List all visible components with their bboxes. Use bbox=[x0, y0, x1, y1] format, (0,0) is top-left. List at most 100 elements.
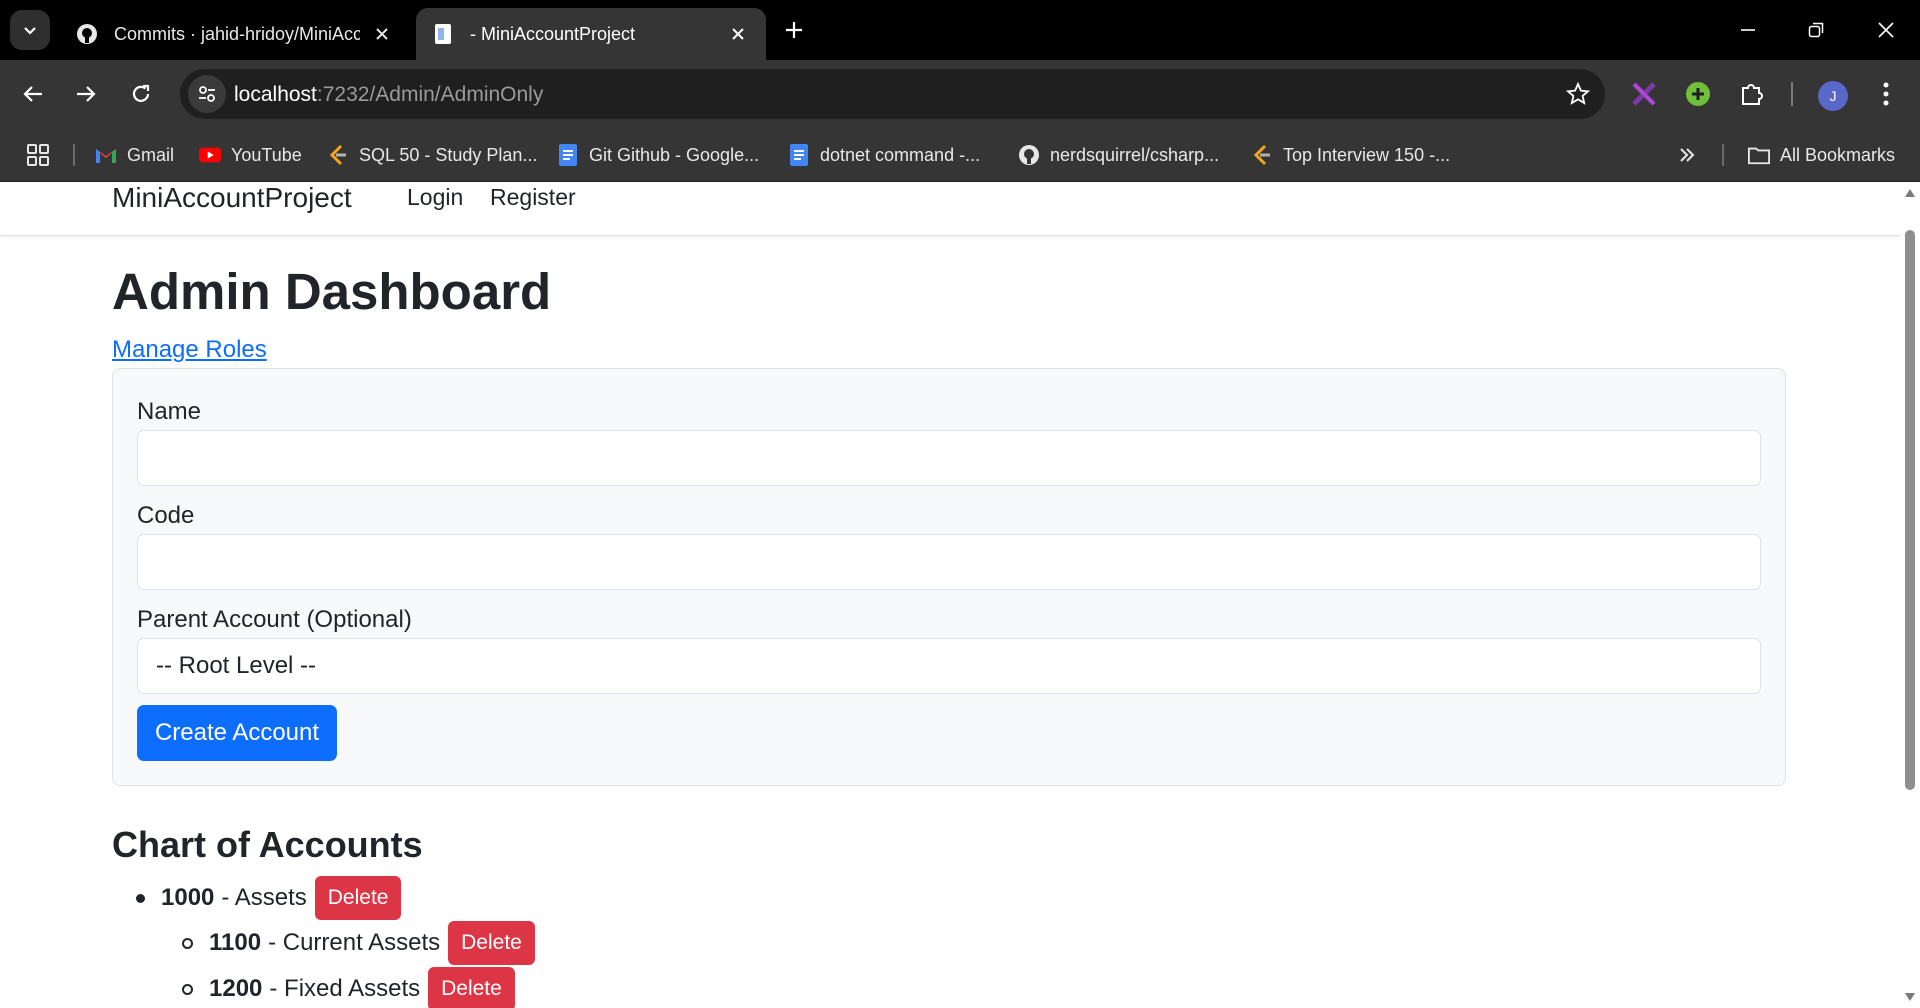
all-bookmarks-label: All Bookmarks bbox=[1780, 144, 1896, 165]
github-icon bbox=[76, 23, 98, 45]
bookmark-git-github[interactable]: Git Github - Google... bbox=[557, 139, 759, 171]
bookmark-label: nerdsquirrel/csharp... bbox=[1050, 144, 1220, 165]
bookmark-dotnet-command[interactable]: dotnet command -... bbox=[788, 139, 980, 171]
chevron-down-icon bbox=[24, 27, 36, 35]
menu-button[interactable] bbox=[1868, 76, 1904, 112]
bookmark-label: dotnet command -... bbox=[820, 144, 981, 165]
page-viewport: MiniAccountProject Login Register Admin … bbox=[0, 182, 1900, 1008]
puzzle-icon bbox=[1742, 84, 1763, 105]
site-brand[interactable]: MiniAccountProject bbox=[112, 182, 352, 214]
restore-button[interactable] bbox=[1782, 0, 1850, 60]
bookmark-youtube[interactable]: YouTube bbox=[199, 139, 302, 171]
bookmarks-divider bbox=[1722, 144, 1724, 166]
bookmarks-overflow-button[interactable] bbox=[1677, 139, 1697, 171]
nav-login-link[interactable]: Login bbox=[407, 184, 463, 211]
tune-icon bbox=[199, 86, 215, 102]
site-navbar: MiniAccountProject Login Register bbox=[0, 182, 1900, 236]
toolbar-divider bbox=[1791, 82, 1793, 106]
site-info-button[interactable] bbox=[188, 75, 226, 113]
tab-miniaccountproject[interactable]: - MiniAccountProject bbox=[416, 8, 766, 60]
delete-account-button[interactable]: Delete bbox=[448, 921, 535, 965]
url-path: :7232/Admin/AdminOnly bbox=[316, 83, 544, 106]
profile-avatar[interactable]: J bbox=[1818, 81, 1848, 111]
gmail-icon bbox=[95, 144, 117, 166]
close-icon[interactable] bbox=[370, 22, 394, 46]
code-label: Code bbox=[137, 502, 195, 529]
close-icon[interactable] bbox=[726, 22, 750, 46]
scroll-down-arrow-icon[interactable] bbox=[1904, 992, 1916, 1002]
delete-account-button[interactable]: Delete bbox=[428, 967, 515, 1008]
url-text: localhost:7232/Admin/AdminOnly bbox=[234, 83, 543, 107]
nav-register-link[interactable]: Register bbox=[490, 184, 576, 211]
arrow-right-icon bbox=[77, 86, 96, 102]
bookmark-label: YouTube bbox=[231, 144, 302, 165]
create-account-button[interactable]: Create Account bbox=[137, 705, 337, 761]
minimize-icon bbox=[1741, 29, 1755, 31]
plus-circle-icon bbox=[1686, 82, 1710, 106]
scrollbar-thumb[interactable] bbox=[1905, 230, 1915, 790]
new-tab-button[interactable] bbox=[778, 14, 810, 46]
reload-icon bbox=[132, 84, 150, 102]
bullet-icon bbox=[182, 937, 193, 949]
bookmark-gmail[interactable]: Gmail bbox=[95, 139, 174, 171]
star-icon bbox=[1566, 82, 1590, 105]
apps-button[interactable] bbox=[26, 139, 50, 171]
youtube-icon bbox=[199, 144, 221, 166]
url-host: localhost bbox=[234, 83, 317, 106]
restore-icon bbox=[1808, 22, 1824, 38]
manage-roles-link[interactable]: Manage Roles bbox=[112, 336, 267, 364]
address-bar[interactable]: localhost:7232/Admin/AdminOnly bbox=[180, 69, 1605, 119]
name-label: Name bbox=[137, 398, 202, 425]
account-code: 1100 bbox=[209, 929, 262, 956]
extensions-button[interactable] bbox=[1734, 76, 1770, 112]
bookmark-nerdsquirrel[interactable]: nerdsquirrel/csharp... bbox=[1018, 139, 1219, 171]
bookmark-top-interview[interactable]: Top Interview 150 -... bbox=[1251, 139, 1450, 171]
apps-grid-icon bbox=[27, 144, 49, 166]
parent-account-select[interactable]: -- Root Level -- bbox=[137, 638, 1761, 694]
extension-x-button[interactable] bbox=[1626, 76, 1662, 112]
bookmark-label: Top Interview 150 -... bbox=[1283, 144, 1451, 165]
tab-commits[interactable]: Commits · jahid-hridoy/MiniAcc bbox=[60, 8, 410, 60]
more-vert-icon bbox=[1883, 82, 1889, 106]
page-scrollbar[interactable] bbox=[1900, 182, 1920, 1008]
create-account-form: Name Code Parent Account (Optional) -- R… bbox=[112, 368, 1786, 786]
x-logo-icon bbox=[1632, 82, 1656, 106]
leetcode-icon bbox=[327, 144, 349, 166]
tab-search-button[interactable] bbox=[10, 10, 50, 50]
account-name: - Current Assets bbox=[268, 929, 441, 956]
bookmark-label: SQL 50 - Study Plan... bbox=[359, 144, 538, 165]
github-icon bbox=[1018, 144, 1040, 166]
all-bookmarks-button[interactable]: All Bookmarks bbox=[1748, 139, 1895, 171]
parent-account-label: Parent Account (Optional) bbox=[137, 606, 412, 633]
close-icon bbox=[1878, 22, 1894, 38]
bookmark-label: Git Github - Google... bbox=[589, 144, 760, 165]
name-input[interactable] bbox=[137, 430, 1761, 486]
close-window-button[interactable] bbox=[1852, 0, 1920, 60]
account-code: 1000 bbox=[161, 884, 215, 911]
scroll-up-arrow-icon[interactable] bbox=[1904, 188, 1916, 198]
page-icon bbox=[432, 23, 454, 45]
docs-icon bbox=[788, 144, 810, 166]
reload-button[interactable] bbox=[121, 74, 161, 114]
minimize-button[interactable] bbox=[1714, 0, 1782, 60]
docs-icon bbox=[557, 144, 579, 166]
back-button[interactable] bbox=[13, 74, 53, 114]
page-title: Admin Dashboard bbox=[112, 263, 552, 320]
bookmark-star-button[interactable] bbox=[1563, 79, 1593, 109]
tab-title: Commits · jahid-hridoy/MiniAcc bbox=[114, 23, 360, 44]
bookmark-sql50[interactable]: SQL 50 - Study Plan... bbox=[327, 139, 537, 171]
leetcode-icon bbox=[1251, 144, 1273, 166]
bullet-icon bbox=[136, 893, 145, 903]
extension-plus-button[interactable] bbox=[1680, 76, 1716, 112]
tab-title: - MiniAccountProject bbox=[470, 23, 636, 44]
arrow-left-icon bbox=[23, 86, 42, 102]
chart-of-accounts-heading: Chart of Accounts bbox=[112, 824, 423, 865]
parent-account-selected: -- Root Level -- bbox=[156, 652, 317, 679]
bookmark-label: Gmail bbox=[127, 144, 175, 165]
forward-button[interactable] bbox=[66, 74, 106, 114]
delete-account-button[interactable]: Delete bbox=[314, 876, 402, 920]
bullet-icon bbox=[182, 983, 193, 995]
browser-toolbar: localhost:7232/Admin/AdminOnly bbox=[0, 60, 1920, 128]
code-input[interactable] bbox=[137, 534, 1761, 590]
account-code: 1200 bbox=[209, 975, 263, 1002]
